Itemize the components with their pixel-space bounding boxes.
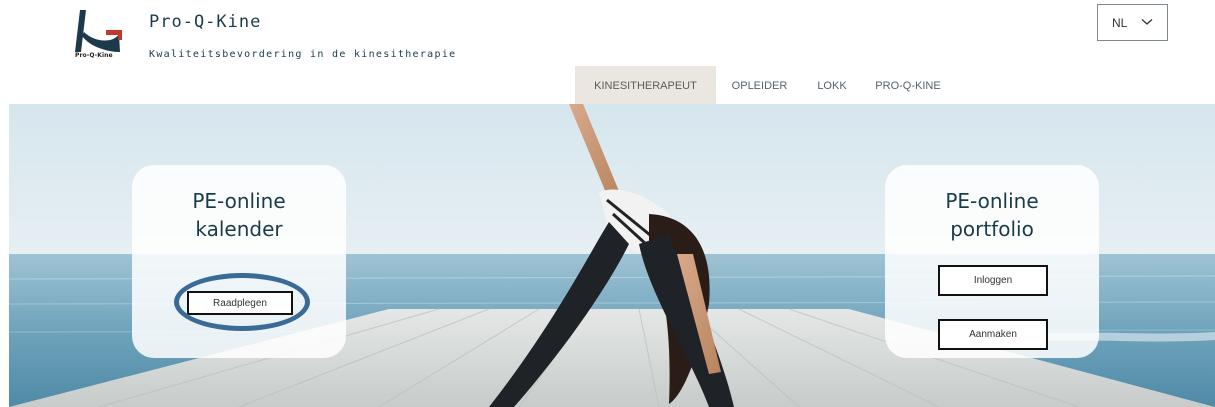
- logo-mark-icon: [75, 10, 122, 52]
- nav-item-pro-q-kine[interactable]: PRO-Q-KINE: [861, 66, 955, 106]
- nav-item-opleider[interactable]: OPLEIDER: [716, 66, 803, 106]
- nav-item-kinesitherapeut[interactable]: KINESITHERAPEUT: [575, 66, 716, 106]
- kalender-title-line2: kalender: [195, 217, 283, 241]
- logo-text: Pro-Q-Kine: [75, 52, 113, 59]
- hero-banner: PE-online kalender Raadplegen PE-online …: [9, 104, 1215, 407]
- language-select[interactable]: NL: [1097, 4, 1168, 41]
- portfolio-card-title: PE-online portfolio: [885, 187, 1099, 243]
- nav-item-lokk[interactable]: LOKK: [803, 66, 861, 106]
- pe-online-portfolio-card: PE-online portfolio Inloggen Aanmaken: [885, 165, 1099, 358]
- kalender-title-line1: PE-online: [192, 189, 286, 213]
- kalender-card-title: PE-online kalender: [132, 187, 346, 243]
- raadplegen-button[interactable]: Raadplegen: [187, 291, 293, 315]
- site-title[interactable]: Pro-Q-Kine: [149, 12, 261, 32]
- site-tagline: Kwaliteitsbevordering in de kinesitherap…: [149, 49, 457, 60]
- portfolio-title-line1: PE-online: [945, 189, 1039, 213]
- chevron-down-icon: [1141, 19, 1153, 25]
- inloggen-button[interactable]: Inloggen: [938, 265, 1048, 296]
- aanmaken-button[interactable]: Aanmaken: [938, 319, 1048, 350]
- language-selected-value: NL: [1112, 15, 1128, 30]
- main-nav: KINESITHERAPEUT OPLEIDER LOKK PRO-Q-KINE: [575, 66, 955, 106]
- brand-logo[interactable]: Pro-Q-Kine: [70, 8, 128, 60]
- pe-online-kalender-card: PE-online kalender Raadplegen: [132, 165, 346, 358]
- portfolio-title-line2: portfolio: [950, 217, 1034, 241]
